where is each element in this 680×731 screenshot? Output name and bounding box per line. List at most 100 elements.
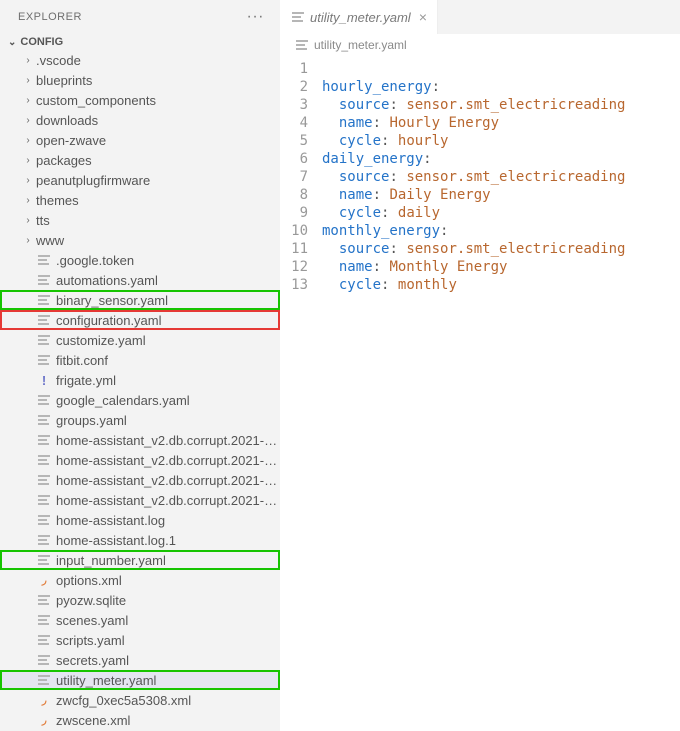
folder-label: open-zwave	[36, 133, 280, 148]
file-lines-icon	[36, 534, 52, 546]
line-text: monthly_energy:	[322, 222, 680, 240]
line-number: 7	[280, 168, 322, 186]
file-lines-icon	[36, 354, 52, 366]
folder-label: www	[36, 233, 280, 248]
explorer-title: EXPLORER	[18, 11, 82, 23]
code-line[interactable]: 8 name: Daily Energy	[280, 186, 680, 204]
file-lines-icon	[36, 314, 52, 326]
folder-item[interactable]: ›packages	[0, 150, 280, 170]
folder-item[interactable]: ›custom_components	[0, 90, 280, 110]
file-item[interactable]: ◞ zwscene.xml	[0, 710, 280, 730]
file-label: zwscene.xml	[56, 713, 280, 728]
line-number: 8	[280, 186, 322, 204]
folder-label: peanutplugfirmware	[36, 173, 280, 188]
file-lines-icon	[36, 554, 52, 566]
file-item[interactable]: ◞options.xml	[0, 570, 280, 590]
folder-item[interactable]: ›.vscode	[0, 50, 280, 70]
close-icon[interactable]: ×	[419, 9, 427, 25]
file-item[interactable]: home-assistant_v2.db.corrupt.2021-08-18T…	[0, 490, 280, 510]
file-item[interactable]: customize.yaml	[0, 330, 280, 350]
line-number: 12	[280, 258, 322, 276]
code-line[interactable]: 11 source: sensor.smt_electricreading	[280, 240, 680, 258]
line-text: source: sensor.smt_electricreading	[322, 96, 680, 114]
breadcrumb[interactable]: utility_meter.yaml	[280, 34, 680, 56]
code-line[interactable]: 10monthly_energy:	[280, 222, 680, 240]
yaml-icon	[290, 11, 306, 23]
code-line[interactable]: 3 source: sensor.smt_electricreading	[280, 96, 680, 114]
code-line[interactable]: 7 source: sensor.smt_electricreading	[280, 168, 680, 186]
file-label: home-assistant_v2.db.corrupt.2021-07-10T…	[56, 453, 280, 468]
line-number: 4	[280, 114, 322, 132]
folder-item[interactable]: ›peanutplugfirmware	[0, 170, 280, 190]
file-lines-icon	[36, 494, 52, 506]
folder-item[interactable]: ›blueprints	[0, 70, 280, 90]
file-item[interactable]: pyozw.sqlite	[0, 590, 280, 610]
file-item[interactable]: groups.yaml	[0, 410, 280, 430]
more-icon[interactable]: ···	[243, 8, 268, 26]
file-label: home-assistant_v2.db.corrupt.2021-08-18T…	[56, 493, 280, 508]
file-label: utility_meter.yaml	[56, 673, 280, 688]
editor-pane: utility_meter.yaml × utility_meter.yaml …	[280, 0, 680, 731]
line-text: name: Hourly Energy	[322, 114, 680, 132]
code-line[interactable]: 2hourly_energy:	[280, 78, 680, 96]
file-item[interactable]: fitbit.conf	[0, 350, 280, 370]
folder-item[interactable]: ›themes	[0, 190, 280, 210]
file-item[interactable]: !frigate.yml	[0, 370, 280, 390]
chevron-right-icon: ›	[22, 95, 34, 106]
file-item[interactable]: home-assistant.log	[0, 510, 280, 530]
xml-icon: ◞	[36, 573, 52, 587]
file-item[interactable]: google_calendars.yaml	[0, 390, 280, 410]
xml-icon: ◞	[36, 693, 52, 707]
file-item[interactable]: home-assistant_v2.db.corrupt.2021-07-10T…	[0, 450, 280, 470]
file-label: home-assistant_v2.db.corrupt.2021-05-06T…	[56, 433, 280, 448]
file-item[interactable]: automations.yaml	[0, 270, 280, 290]
folder-label: tts	[36, 213, 280, 228]
chevron-right-icon: ›	[22, 75, 34, 86]
line-number: 13	[280, 276, 322, 294]
file-lines-icon	[36, 614, 52, 626]
file-label: google_calendars.yaml	[56, 393, 280, 408]
folder-item[interactable]: ›tts	[0, 210, 280, 230]
chevron-right-icon: ›	[22, 195, 34, 206]
file-lines-icon	[36, 274, 52, 286]
file-lines-icon	[36, 674, 52, 686]
code-line[interactable]: 6daily_energy:	[280, 150, 680, 168]
xml-icon: ◞	[36, 713, 52, 727]
tab-utility-meter[interactable]: utility_meter.yaml ×	[280, 0, 438, 34]
file-item[interactable]: utility_meter.yaml	[0, 670, 280, 690]
config-section-header[interactable]: ⌄ CONFIG	[0, 34, 280, 50]
code-line[interactable]: 9 cycle: daily	[280, 204, 680, 222]
file-item[interactable]: secrets.yaml	[0, 650, 280, 670]
config-section-label: CONFIG	[20, 36, 63, 48]
file-lines-icon	[36, 514, 52, 526]
code-line[interactable]: 5 cycle: hourly	[280, 132, 680, 150]
explorer-sidebar: EXPLORER ··· ⌄ CONFIG ›.vscode›blueprint…	[0, 0, 280, 731]
code-area[interactable]: 12hourly_energy:3 source: sensor.smt_ele…	[280, 56, 680, 298]
code-line[interactable]: 13 cycle: monthly	[280, 276, 680, 294]
file-item[interactable]: home-assistant.log.1	[0, 530, 280, 550]
folder-label: downloads	[36, 113, 280, 128]
file-item[interactable]: scripts.yaml	[0, 630, 280, 650]
file-item[interactable]: scenes.yaml	[0, 610, 280, 630]
file-label: home-assistant_v2.db.corrupt.2021-07-21T…	[56, 473, 280, 488]
file-item[interactable]: binary_sensor.yaml	[0, 290, 280, 310]
line-text: cycle: hourly	[322, 132, 680, 150]
breadcrumb-label: utility_meter.yaml	[314, 38, 407, 52]
code-line[interactable]: 12 name: Monthly Energy	[280, 258, 680, 276]
file-item[interactable]: home-assistant_v2.db.corrupt.2021-07-21T…	[0, 470, 280, 490]
file-label: frigate.yml	[56, 373, 280, 388]
file-label: fitbit.conf	[56, 353, 280, 368]
folder-item[interactable]: ›www	[0, 230, 280, 250]
folder-item[interactable]: ›downloads	[0, 110, 280, 130]
file-lines-icon	[36, 594, 52, 606]
folder-item[interactable]: ›open-zwave	[0, 130, 280, 150]
file-item[interactable]: .google.token	[0, 250, 280, 270]
code-line[interactable]: 1	[280, 60, 680, 78]
code-line[interactable]: 4 name: Hourly Energy	[280, 114, 680, 132]
file-tree: ›.vscode›blueprints›custom_components›do…	[0, 50, 280, 731]
file-item[interactable]: home-assistant_v2.db.corrupt.2021-05-06T…	[0, 430, 280, 450]
file-item[interactable]: ◞zwcfg_0xec5a5308.xml	[0, 690, 280, 710]
file-item[interactable]: input_number.yaml	[0, 550, 280, 570]
file-label: pyozw.sqlite	[56, 593, 280, 608]
file-item[interactable]: configuration.yaml	[0, 310, 280, 330]
